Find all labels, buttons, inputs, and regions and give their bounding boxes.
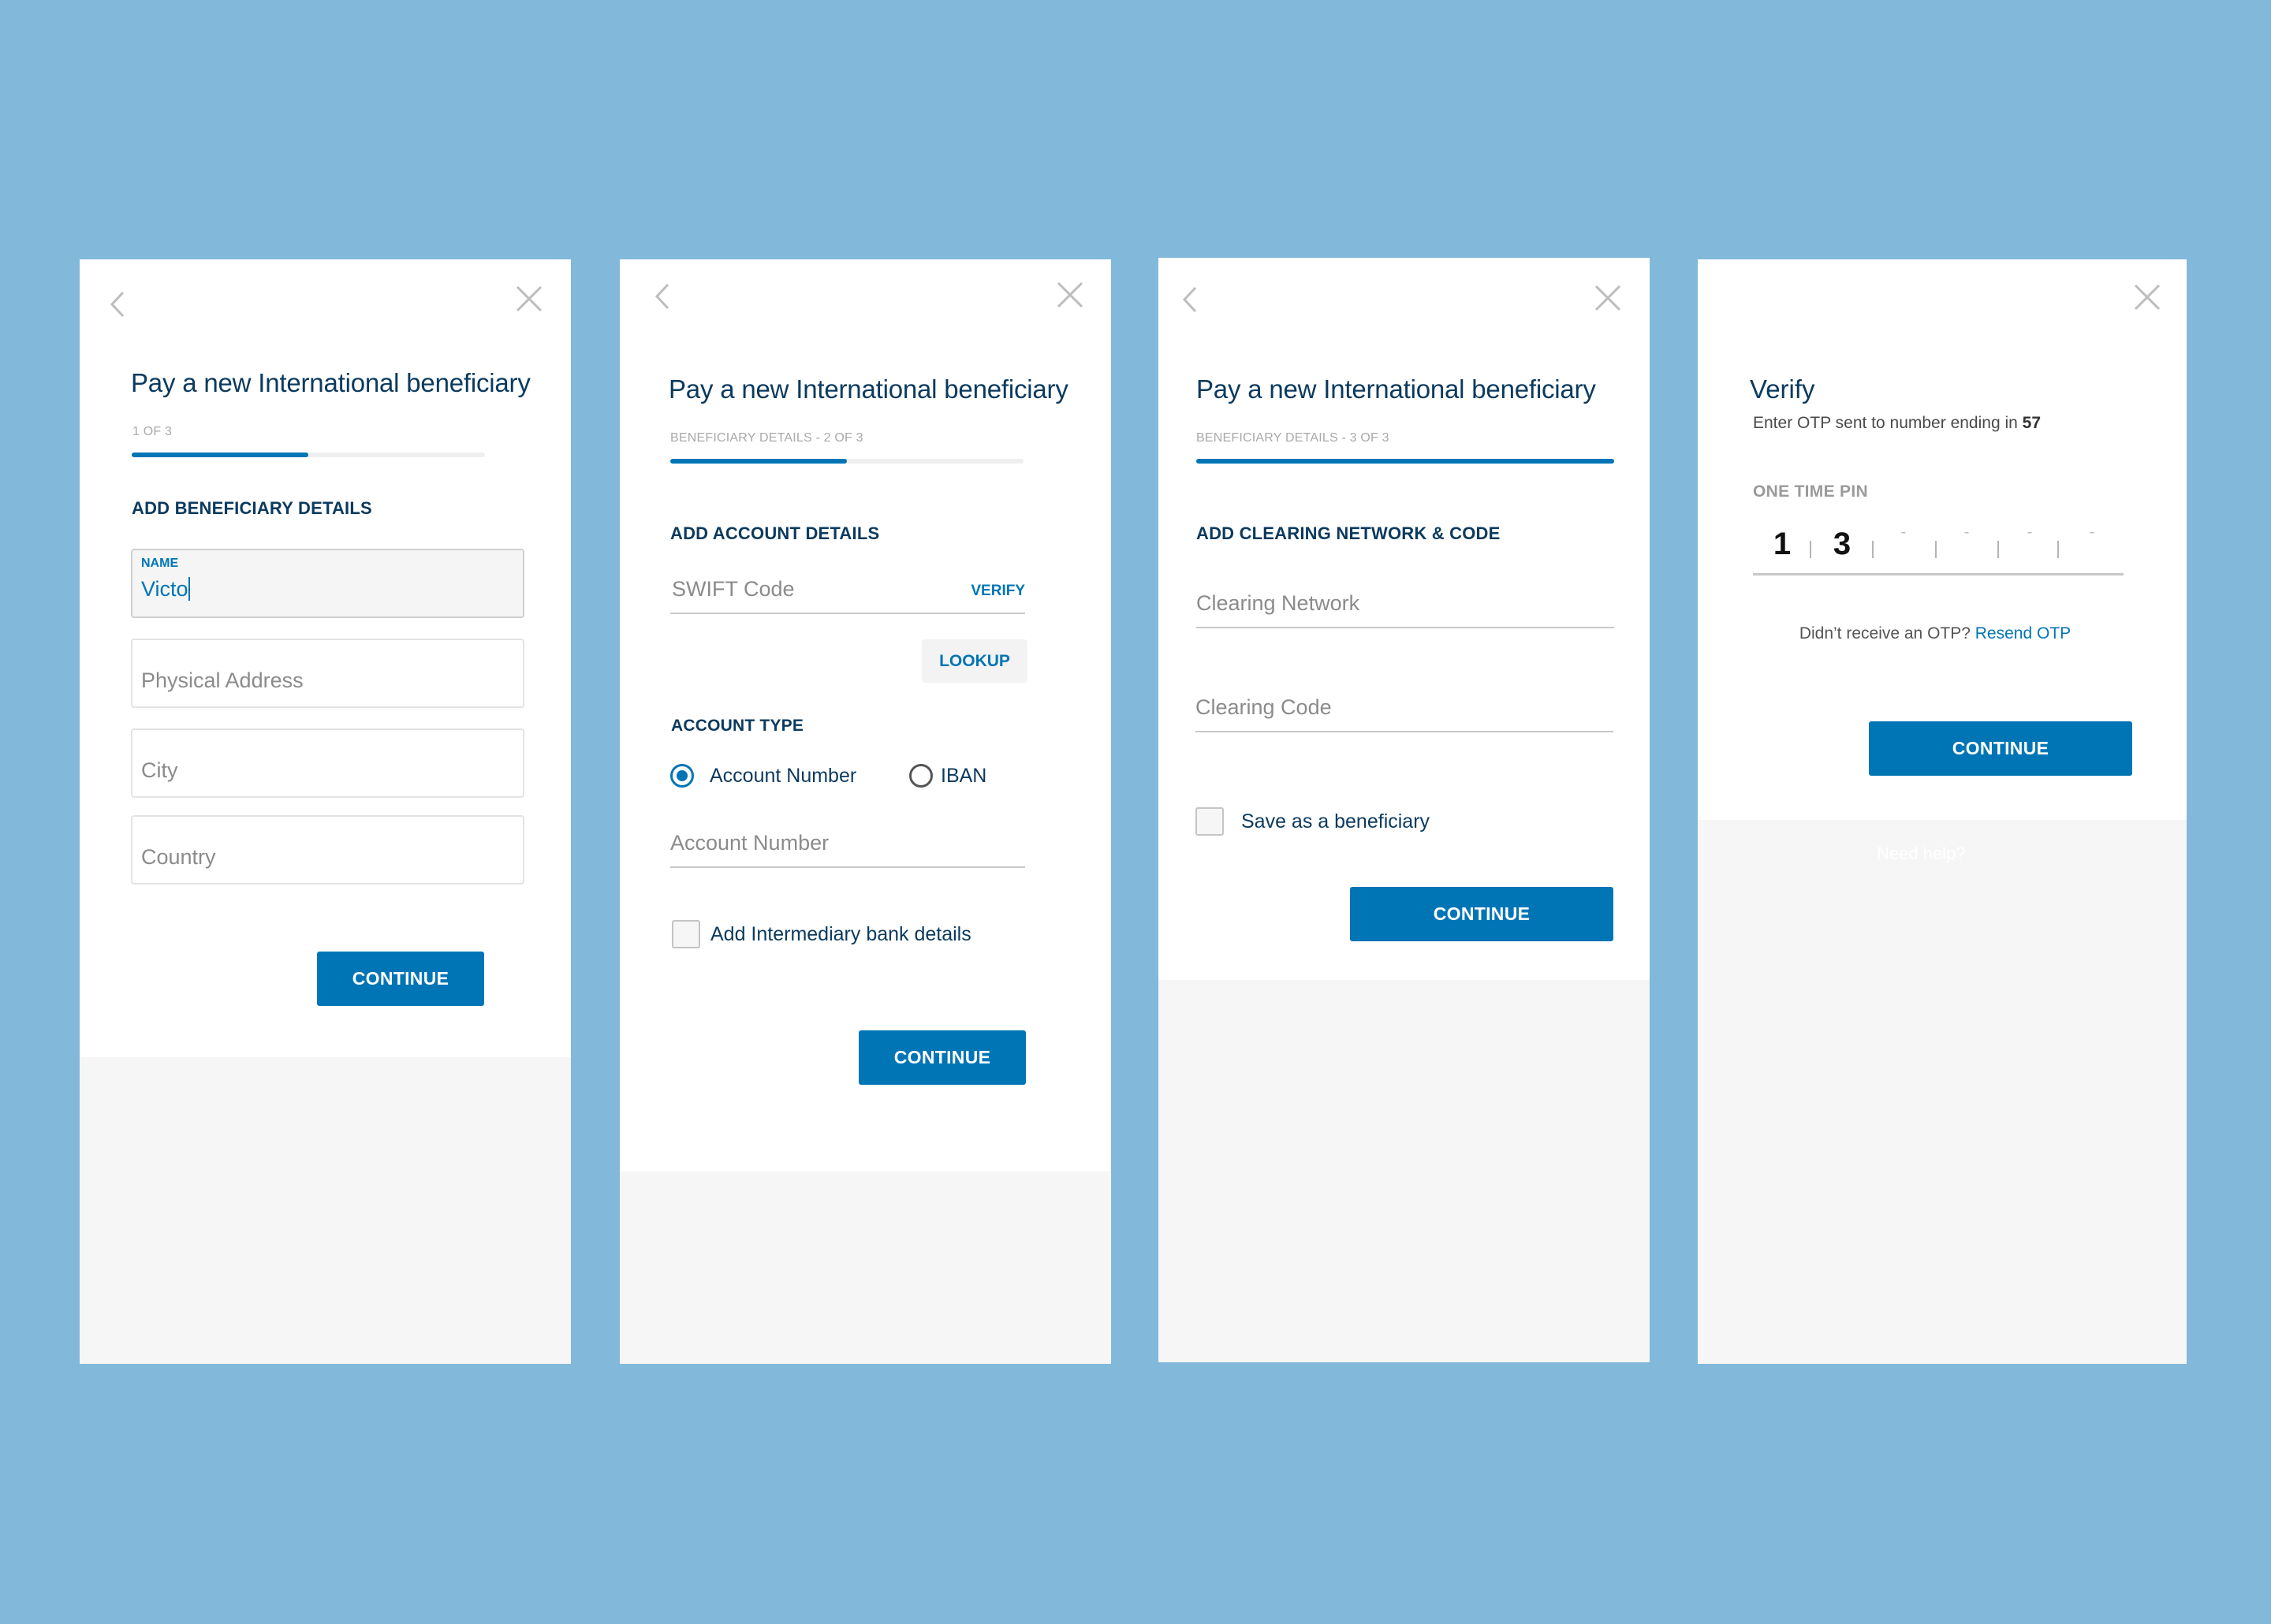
continue-button[interactable]: CONTINUE: [317, 952, 484, 1006]
clearing-network-input[interactable]: Clearing Network: [1196, 581, 1614, 628]
otp-digit[interactable]: -: [1884, 523, 1923, 542]
country-placeholder: Country: [141, 845, 216, 869]
back-chevron-icon[interactable]: [1182, 286, 1198, 313]
name-field-label: NAME: [141, 557, 179, 570]
otp-digit[interactable]: -: [2072, 523, 2112, 542]
lookup-button[interactable]: LOOKUP: [922, 639, 1027, 683]
otp-separator: [1872, 541, 1874, 558]
close-icon[interactable]: [2134, 284, 2161, 311]
progress-bar: [1196, 459, 1614, 464]
step-indicator: BENEFICIARY DETAILS - 2 OF 3: [670, 431, 863, 445]
close-icon[interactable]: [516, 285, 543, 312]
page-title: Pay a new International beneficiary: [131, 368, 531, 397]
intermediary-bank-checkbox[interactable]: Add Intermediary bank details: [672, 920, 971, 948]
resend-otp-row: Didn’t receive an OTP? Resend OTP: [1698, 624, 2187, 643]
progress-bar: [132, 453, 485, 457]
checkbox-label: Add Intermediary bank details: [710, 922, 971, 945]
checkbox-label: Save as a beneficiary: [1241, 810, 1430, 832]
section-title: ADD CLEARING NETWORK & CODE: [1196, 523, 1501, 543]
back-chevron-icon[interactable]: [654, 283, 670, 310]
city-field[interactable]: City: [131, 728, 524, 798]
back-chevron-icon[interactable]: [110, 291, 125, 318]
verify-link[interactable]: VERIFY: [971, 583, 1025, 600]
name-field-value: Victo: [141, 577, 190, 601]
otp-input[interactable]: 1 3 - - - -: [1753, 520, 2124, 575]
account-type-title: ACCOUNT TYPE: [671, 717, 804, 735]
otp-instructions: Enter OTP sent to number ending in 57: [1753, 414, 2041, 432]
page-title: Pay a new International beneficiary: [669, 374, 1068, 404]
progress-bar: [670, 459, 1024, 464]
clearing-code-placeholder: Clearing Code: [1195, 695, 1332, 719]
radio-iban[interactable]: IBAN: [909, 764, 986, 788]
screen-step-3: Pay a new International beneficiary BENE…: [1158, 258, 1650, 1362]
clearing-code-input[interactable]: Clearing Code: [1195, 685, 1613, 732]
account-number-input[interactable]: Account Number: [670, 821, 1025, 868]
continue-button[interactable]: CONTINUE: [1869, 721, 2132, 776]
need-help-link[interactable]: Need help?: [1877, 844, 1966, 864]
otp-separator: [1810, 541, 1811, 558]
otp-digit[interactable]: 3: [1822, 527, 1862, 562]
resend-otp-link[interactable]: Resend OTP: [1975, 624, 2071, 643]
radio-unchecked-icon: [909, 764, 933, 788]
close-icon[interactable]: [1594, 285, 1621, 311]
progress-fill: [670, 459, 847, 464]
page-title: Verify: [1750, 374, 1815, 404]
radio-account-number[interactable]: Account Number: [670, 764, 856, 788]
radio-label: Account Number: [710, 764, 857, 787]
otp-separator: [1935, 541, 1937, 558]
physical-address-placeholder: Physical Address: [141, 669, 304, 692]
otp-label: ONE TIME PIN: [1753, 482, 1868, 501]
swift-code-placeholder: SWIFT Code: [672, 577, 795, 601]
checkbox-unchecked-icon: [672, 920, 700, 948]
account-number-placeholder: Account Number: [670, 831, 830, 855]
screen-step-2: Pay a new International beneficiary BENE…: [620, 259, 1111, 1364]
otp-digit[interactable]: -: [1947, 523, 1986, 542]
page-title: Pay a new International beneficiary: [1196, 374, 1596, 404]
swift-code-input[interactable]: SWIFT Code VERIFY: [670, 567, 1025, 614]
country-field[interactable]: Country: [131, 815, 524, 885]
radio-label: IBAN: [941, 764, 987, 787]
progress-fill: [1196, 459, 1614, 464]
otp-separator: [2057, 541, 2059, 558]
continue-button[interactable]: CONTINUE: [859, 1030, 1026, 1085]
name-field[interactable]: NAME Victo: [131, 549, 524, 618]
checkbox-unchecked-icon: [1195, 807, 1224, 836]
screen-verify-otp: Verify Enter OTP sent to number ending i…: [1698, 259, 2187, 1364]
text-caret: [188, 577, 190, 601]
otp-digit[interactable]: 1: [1762, 527, 1802, 562]
phone-suffix: 57: [2022, 414, 2041, 432]
save-beneficiary-checkbox[interactable]: Save as a beneficiary: [1195, 807, 1430, 836]
close-icon[interactable]: [1057, 281, 1083, 308]
otp-separator: [1997, 541, 1999, 558]
city-placeholder: City: [141, 758, 178, 782]
otp-digit[interactable]: -: [2010, 523, 2049, 542]
progress-fill: [132, 453, 308, 457]
section-title: ADD BENEFICIARY DETAILS: [132, 498, 372, 518]
screen-step-1: Pay a new International beneficiary 1 OF…: [80, 259, 571, 1364]
section-title: ADD ACCOUNT DETAILS: [670, 523, 880, 543]
physical-address-field[interactable]: Physical Address: [131, 639, 524, 708]
radio-checked-icon: [670, 764, 694, 788]
clearing-network-placeholder: Clearing Network: [1196, 591, 1360, 615]
continue-button[interactable]: CONTINUE: [1350, 887, 1613, 941]
step-indicator: BENEFICIARY DETAILS - 3 OF 3: [1196, 431, 1389, 445]
resend-prompt: Didn’t receive an OTP?: [1799, 624, 1975, 643]
step-indicator: 1 OF 3: [132, 425, 173, 438]
